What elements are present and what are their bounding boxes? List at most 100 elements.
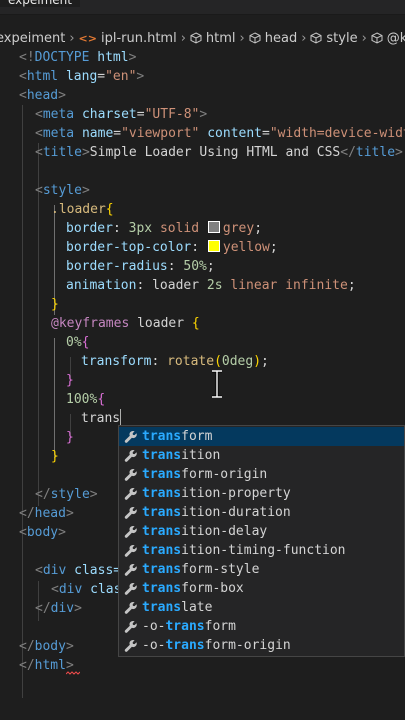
indent-guide: [54, 338, 55, 458]
code-line-24: </head>: [19, 506, 74, 521]
code-line-16: 0%{: [66, 335, 90, 350]
wrench-icon: [124, 639, 137, 652]
suggestion-rest: form-origin: [181, 467, 268, 482]
code-line-12: border-radius: 50%;: [66, 259, 215, 274]
breadcrumb-head-label: head: [264, 30, 298, 46]
cube-icon: [249, 32, 261, 44]
breadcrumb-style-label: style: [326, 30, 358, 46]
editor-tab-label: expeiment: [8, 0, 72, 7]
wrench-icon: [124, 563, 137, 576]
breadcrumb-html-label: html: [205, 30, 236, 46]
suggestion-prefix: -o-: [142, 619, 166, 634]
suggestion-item[interactable]: transform-style: [119, 560, 404, 579]
code-line-13: animation: loader 2s linear infinite;: [66, 278, 356, 293]
suggestion-item[interactable]: transform-origin: [119, 465, 404, 484]
chevron-right-icon: ›: [239, 30, 245, 46]
breadcrumb-keyframes[interactable]: @ke: [371, 31, 405, 46]
suggestion-item[interactable]: transition: [119, 446, 404, 465]
suggestion-rest: form: [181, 429, 213, 444]
breadcrumb-html[interactable]: html: [190, 31, 236, 46]
suggestion-match: trans: [142, 581, 182, 596]
suggestion-item[interactable]: transition-duration: [119, 503, 404, 522]
color-swatch-grey[interactable]: [207, 221, 220, 233]
suggestion-item[interactable]: transform-box: [119, 579, 404, 598]
suggestion-match: trans: [142, 429, 182, 444]
suggestion-match: trans: [165, 619, 205, 634]
suggestion-label: transition-delay: [142, 522, 267, 541]
suggestion-item[interactable]: translate: [119, 598, 404, 617]
suggestion-item[interactable]: -o-transform: [119, 617, 404, 636]
code-line-31: </body>: [19, 639, 74, 654]
suggestion-prefix: -o-: [142, 638, 166, 653]
wrench-icon: [124, 582, 137, 595]
breadcrumb: expeiment › <> ipl-run.html › html › head…: [0, 27, 405, 49]
breadcrumb-style[interactable]: style: [310, 30, 358, 46]
wrench-icon: [124, 487, 137, 500]
chevron-right-icon: ›: [301, 30, 307, 46]
html-file-icon: <>: [78, 31, 97, 45]
code-line-28: <div clas: [51, 582, 122, 597]
suggestion-label: transition-property: [142, 484, 291, 503]
breadcrumb-folder[interactable]: expeiment: [0, 31, 65, 46]
code-line-27: <div class=: [35, 563, 122, 578]
color-swatch-yellow[interactable]: [207, 240, 220, 252]
code-line-8: <style>: [35, 183, 90, 198]
mouse-ibeam-cursor: [212, 370, 222, 398]
breadcrumb-head[interactable]: head: [249, 31, 297, 46]
chevron-right-icon: ›: [180, 30, 186, 46]
wrench-icon: [124, 525, 137, 538]
suggestion-match: trans: [165, 638, 205, 653]
suggestion-match: trans: [142, 467, 182, 482]
editor-tab-strip: expeiment: [0, 0, 405, 15]
code-line-18: }: [66, 373, 74, 388]
suggestion-rest: ition-property: [181, 486, 291, 501]
suggestion-label: transition-timing-function: [142, 541, 346, 560]
suggestion-match: trans: [142, 505, 182, 520]
suggestion-match: trans: [142, 524, 182, 539]
wrench-icon: [124, 620, 137, 633]
suggestion-match: trans: [142, 562, 182, 577]
suggestion-rest: form-style: [181, 562, 260, 577]
wrench-icon: [124, 449, 137, 462]
suggestion-match: trans: [142, 486, 182, 501]
code-line-10: border: 3px solid grey;: [66, 221, 263, 236]
suggestion-label: transform: [142, 427, 212, 446]
suggestion-rest: ition-delay: [181, 524, 268, 539]
suggestion-label: transition-duration: [142, 503, 291, 522]
code-line-19: 100%{: [66, 392, 106, 407]
suggestion-label: -o-transform: [142, 617, 236, 636]
wrench-icon: [124, 601, 137, 614]
suggestion-match: trans: [142, 543, 182, 558]
wrench-icon: [124, 468, 137, 481]
code-line-2: <html lang="en">: [19, 69, 145, 84]
code-line-25: <body>: [19, 525, 66, 540]
suggestion-item[interactable]: transform: [119, 427, 404, 446]
cube-icon: [371, 32, 383, 44]
suggestion-item[interactable]: transition-timing-function: [119, 541, 404, 560]
code-line-29: </div>: [35, 601, 82, 616]
cube-icon: [310, 32, 322, 44]
suggestion-rest: ition-timing-function: [181, 543, 346, 558]
code-line-4: <meta charset="UTF-8">: [35, 107, 208, 122]
editor-tab[interactable]: expeiment: [0, 0, 80, 7]
wrench-icon: [124, 544, 137, 557]
suggestion-item[interactable]: transition-delay: [119, 522, 404, 541]
code-line-14: }: [51, 297, 59, 312]
code-line-22: }: [51, 449, 59, 464]
autocomplete-suggestion-list[interactable]: transform transition transform-origin trans…: [118, 425, 405, 657]
breadcrumb-file[interactable]: <> ipl-run.html: [79, 31, 177, 46]
wrench-icon: [124, 430, 137, 443]
suggestion-item[interactable]: transition-property: [119, 484, 404, 503]
breadcrumb-file-label: ipl-run.html: [100, 30, 177, 46]
code-line-11: border-top-color: yellow;: [66, 240, 278, 255]
suggestion-label: transform-style: [142, 560, 259, 579]
code-line-23: </style>: [35, 487, 98, 502]
cube-icon: [190, 32, 202, 44]
breadcrumb-keyframes-label: @ke: [386, 30, 405, 46]
suggestion-rest: form-box: [181, 581, 244, 596]
suggestion-match: trans: [142, 448, 182, 463]
chevron-right-icon: ›: [361, 30, 367, 46]
code-line-20[interactable]: trans: [81, 409, 122, 428]
suggestion-label: -o-transform-origin: [142, 636, 291, 655]
suggestion-item[interactable]: -o-transform-origin: [119, 636, 404, 655]
